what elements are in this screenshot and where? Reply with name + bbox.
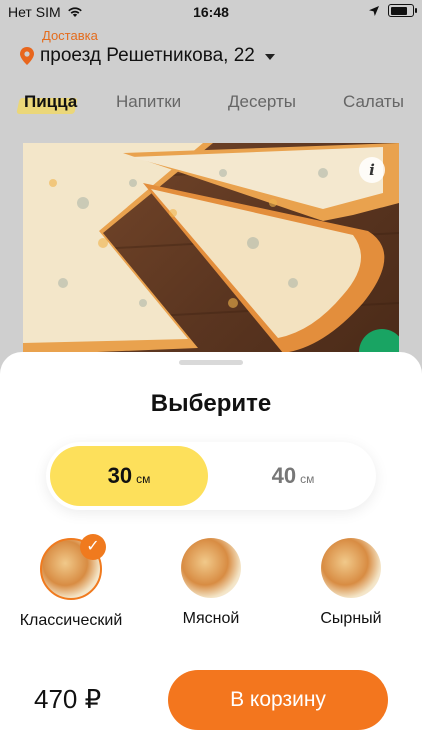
options-sheet: Выберите 30 см 40 см ✓ Классический Мясной… bbox=[0, 352, 422, 750]
info-icon[interactable]: i bbox=[359, 157, 385, 183]
crust-option-cheese[interactable]: Сырный bbox=[286, 538, 416, 628]
map-pin-icon bbox=[20, 47, 34, 65]
size-value: 30 bbox=[107, 463, 133, 488]
crust-label: Мясной bbox=[182, 610, 240, 627]
crust-label: Классический bbox=[19, 612, 123, 629]
tab-pizza[interactable]: Пицца bbox=[24, 92, 77, 112]
crust-option-meat[interactable]: Мясной bbox=[146, 538, 276, 628]
size-value: 40 bbox=[271, 463, 297, 488]
size-option-30[interactable]: 30 см bbox=[50, 446, 208, 506]
size-option-40[interactable]: 40 см bbox=[214, 446, 372, 506]
crust-image bbox=[321, 538, 381, 598]
pizza-illustration bbox=[23, 143, 399, 355]
battery-level bbox=[390, 6, 408, 15]
screen: Нет SIM 16:48 Доставка проезд Решетников… bbox=[0, 0, 422, 750]
sheet-title: Выберите bbox=[150, 390, 272, 417]
battery-icon bbox=[388, 4, 417, 17]
status-bar: Нет SIM 16:48 bbox=[0, 0, 422, 24]
address-text: проезд Решетникова, 22 bbox=[40, 45, 255, 66]
chevron-down-icon bbox=[264, 54, 275, 60]
address-selector[interactable]: проезд Решетникова, 22 bbox=[20, 45, 275, 67]
sheet-handle[interactable] bbox=[179, 360, 243, 365]
crust-options: ✓ Классический Мясной Сырный bbox=[0, 534, 422, 638]
tab-desserts[interactable]: Десерты bbox=[228, 92, 296, 112]
tab-salads[interactable]: Салаты bbox=[343, 92, 404, 112]
size-unit: см bbox=[300, 472, 315, 486]
location-arrow-icon bbox=[369, 5, 379, 16]
crust-image bbox=[181, 538, 241, 598]
product-image: i bbox=[23, 143, 399, 363]
delivery-label: Доставка bbox=[42, 28, 98, 43]
clock: 16:48 bbox=[193, 4, 229, 20]
checkmark-icon: ✓ bbox=[80, 534, 106, 560]
price-label: 470 ₽ bbox=[34, 684, 102, 714]
tab-drinks[interactable]: Напитки bbox=[116, 92, 181, 112]
add-to-cart-button[interactable]: В корзину bbox=[168, 670, 388, 730]
size-unit: см bbox=[136, 472, 151, 486]
crust-label: Сырный bbox=[320, 610, 382, 627]
size-selector: 30 см 40 см bbox=[46, 442, 376, 510]
crust-option-classic[interactable]: ✓ Классический bbox=[6, 534, 136, 630]
category-tabs: Пицца Напитки Десерты Салаты bbox=[0, 88, 422, 118]
